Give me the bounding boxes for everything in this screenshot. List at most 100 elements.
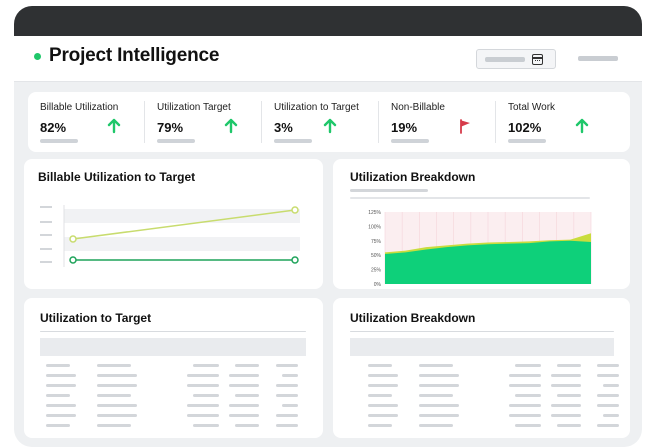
kpi-label: Non-Billable <box>391 102 445 113</box>
table-cell-placeholder <box>419 374 459 377</box>
table-cell-placeholder <box>187 374 219 377</box>
table-cell-placeholder <box>229 374 259 377</box>
table-cell-placeholder <box>597 404 619 407</box>
kpi-placeholder-bar <box>40 139 78 143</box>
arrow-up-icon <box>323 118 337 134</box>
table-cell-placeholder <box>193 364 219 367</box>
kpi-utilization-target: Utilization Target 79% <box>145 92 262 152</box>
y-tick-placeholder <box>40 221 52 223</box>
header-menu-link[interactable] <box>578 56 618 61</box>
table-cell-placeholder <box>193 424 219 427</box>
dashboard-window: Project Intelligence Billable Utilizatio… <box>14 6 642 447</box>
y-tick-label: 50% <box>371 253 382 259</box>
y-tick-label: 75% <box>371 239 382 245</box>
table-cell-placeholder <box>46 364 70 367</box>
utilization-to-target-table-card: Utilization to Target <box>24 298 323 438</box>
table-cell-placeholder <box>509 414 541 417</box>
y-tick-placeholder <box>40 248 52 250</box>
arrow-up-icon <box>107 118 121 134</box>
target-point <box>291 206 299 214</box>
table-cell-placeholder <box>551 414 581 417</box>
table-cell-placeholder <box>235 424 259 427</box>
kpi-billable-utilization: Billable Utilization 82% <box>28 92 145 152</box>
table-cell-placeholder <box>97 424 131 427</box>
table-cell-placeholder <box>46 414 76 417</box>
table-cell-placeholder <box>597 374 619 377</box>
table-cell-placeholder <box>419 404 459 407</box>
kpi-placeholder-bar <box>274 139 312 143</box>
table-cell-placeholder <box>557 394 581 397</box>
table-cell-placeholder <box>368 384 398 387</box>
table-cell-placeholder <box>515 364 541 367</box>
kpi-label: Billable Utilization <box>40 102 119 113</box>
y-tick-label: 125% <box>368 210 381 216</box>
table-cell-placeholder <box>597 394 619 397</box>
y-axis-placeholders <box>40 206 52 263</box>
table-cell-placeholder <box>551 384 581 387</box>
page-header: Project Intelligence <box>14 36 642 82</box>
calendar-icon[interactable] <box>532 54 543 65</box>
table-cell-placeholder <box>419 424 453 427</box>
divider <box>350 331 614 332</box>
table-cell-placeholder <box>187 384 219 387</box>
table-cell-placeholder <box>515 394 541 397</box>
kpi-label: Total Work <box>508 102 556 113</box>
utilization-breakdown-card: Utilization Breakdown 125% 100% 75% 50% 25% 0… <box>333 159 630 289</box>
billable-line-chart <box>40 205 300 267</box>
kpi-total-work: Total Work 102% <box>496 92 630 152</box>
billable-utilization-card: Billable Utilization to Target <box>24 159 323 289</box>
table-cell-placeholder <box>276 414 298 417</box>
actual-point <box>291 256 299 264</box>
y-tick-label: 25% <box>371 268 382 274</box>
utilization-breakdown-table-card: Utilization Breakdown <box>333 298 630 438</box>
table-cell-placeholder <box>46 404 76 407</box>
divider <box>40 331 306 332</box>
table-cell-placeholder <box>368 424 392 427</box>
chart-band <box>64 237 300 251</box>
table-cell-placeholder <box>557 424 581 427</box>
kpi-value: 79% <box>157 120 184 135</box>
table-header <box>350 338 614 356</box>
table-cell-placeholder <box>46 394 70 397</box>
status-dot <box>34 53 41 60</box>
kpi-value: 82% <box>40 120 67 135</box>
kpi-value: 19% <box>391 120 418 135</box>
table-cell-placeholder <box>187 414 219 417</box>
kpi-value: 3% <box>274 120 293 135</box>
chart-band <box>64 209 300 223</box>
table-header <box>40 338 306 356</box>
y-tick-placeholder <box>40 234 52 236</box>
table-cell-placeholder <box>235 394 259 397</box>
table-cell-placeholder <box>282 374 298 377</box>
card-title: Utilization Breakdown <box>350 311 476 325</box>
table-cell-placeholder <box>557 364 581 367</box>
table-cell-placeholder <box>97 414 137 417</box>
kpi-row: Billable Utilization 82% Utilization Tar… <box>28 92 630 152</box>
kpi-placeholder-bar <box>508 139 546 143</box>
table-cell-placeholder <box>276 424 298 427</box>
flag-icon <box>460 119 470 134</box>
table-cell-placeholder <box>597 364 619 367</box>
table-cell-placeholder <box>368 394 392 397</box>
table-cell-placeholder <box>419 364 453 367</box>
table-cell-placeholder <box>597 424 619 427</box>
table-cell-placeholder <box>97 364 131 367</box>
table-cell-placeholder <box>193 394 219 397</box>
table-cell-placeholder <box>187 404 219 407</box>
table-cell-placeholder <box>368 414 398 417</box>
table-cell-placeholder <box>368 374 398 377</box>
table-cell-placeholder <box>276 364 298 367</box>
page-title: Project Intelligence <box>49 45 220 66</box>
kpi-placeholder-bar <box>157 139 195 143</box>
table-cell-placeholder <box>97 394 131 397</box>
window-top-bar <box>14 6 642 36</box>
table-cell-placeholder <box>276 384 298 387</box>
arrow-up-icon <box>224 118 238 134</box>
date-picker[interactable] <box>476 49 556 69</box>
table-cell-placeholder <box>419 414 459 417</box>
table-cell-placeholder <box>229 414 259 417</box>
kpi-label: Utilization Target <box>157 102 231 113</box>
table-cell-placeholder <box>235 364 259 367</box>
table-cell-placeholder <box>551 374 581 377</box>
table-cell-placeholder <box>46 424 70 427</box>
